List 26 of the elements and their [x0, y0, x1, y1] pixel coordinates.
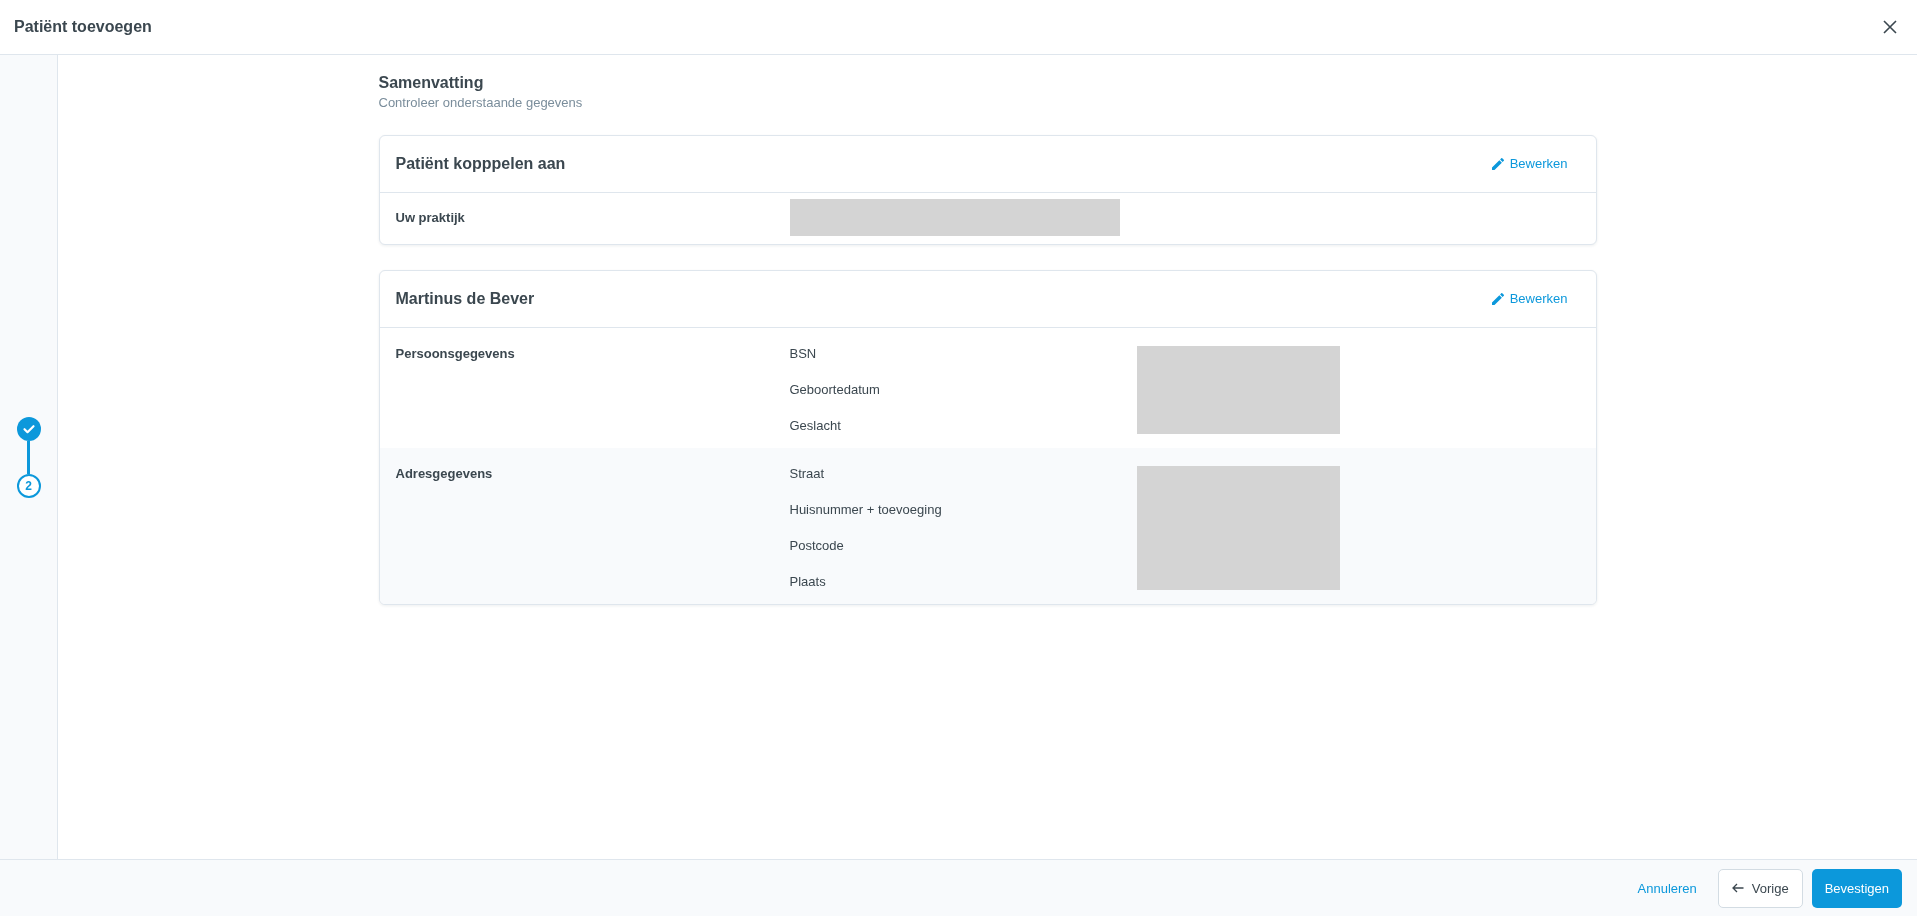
- close-icon: [1883, 20, 1897, 34]
- row-label: Uw praktijk: [395, 209, 466, 226]
- field-label: Plaats: [789, 574, 827, 590]
- field-label: Huisnummer + toevoeging: [789, 502, 943, 518]
- field-label: Geboortedatum: [789, 382, 881, 398]
- dialog-title: Patiënt toevoegen: [14, 17, 152, 37]
- arrow-left-icon: [1731, 883, 1744, 893]
- row-label: Adresgegevens: [395, 466, 494, 483]
- card-title: Martinus de Bever: [395, 289, 535, 309]
- stepper-connector: [27, 440, 30, 474]
- field-label: Postcode: [789, 538, 845, 554]
- back-button[interactable]: Vorige: [1717, 868, 1803, 908]
- pencil-icon: [1491, 293, 1504, 305]
- cancel-link[interactable]: Annuleren: [1625, 868, 1709, 908]
- card-title: Patiënt kopppelen aan: [395, 154, 566, 174]
- edit-button[interactable]: Bewerken: [1479, 285, 1580, 313]
- field-label: Straat: [789, 466, 826, 482]
- field-label: Geslacht: [789, 418, 842, 434]
- pencil-icon: [1491, 158, 1504, 170]
- section-title: Samenvatting: [378, 73, 485, 93]
- row-label: Persoonsgegevens: [395, 346, 516, 363]
- field-label: BSN: [789, 346, 818, 362]
- section-subtitle: Controleer onderstaande gegevens: [378, 95, 584, 111]
- step-number: 2: [16, 473, 41, 498]
- edit-button[interactable]: Bewerken: [1479, 150, 1580, 178]
- confirm-button[interactable]: Bevestigen: [1811, 868, 1902, 908]
